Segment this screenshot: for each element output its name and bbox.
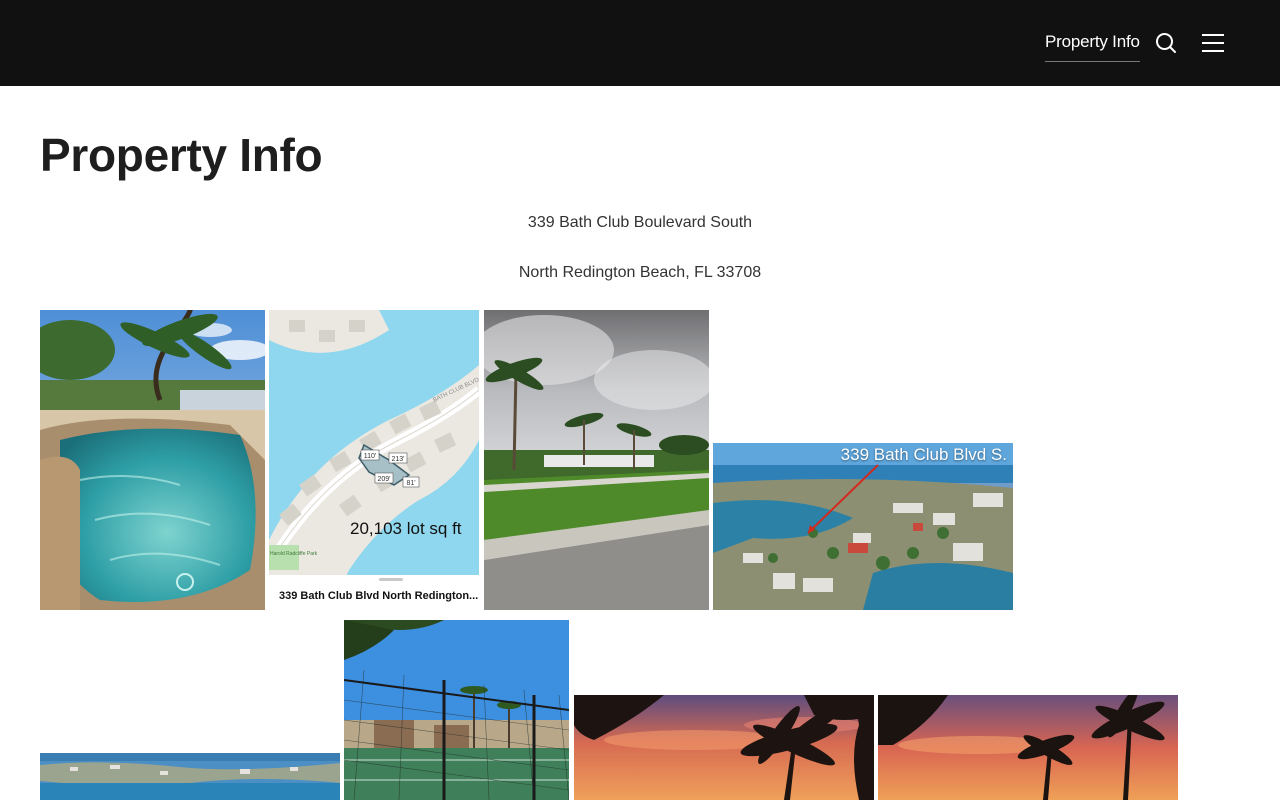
address-line-1: 339 Bath Club Boulevard South (527, 214, 753, 231)
address-line-2: North Redington Beach, FL 33708 (518, 264, 762, 281)
map-dim-4: 81' (406, 480, 415, 487)
aerial-wide-photo[interactable] (40, 753, 340, 800)
map-dim-1: 110' (364, 453, 377, 460)
street-photo[interactable] (484, 310, 709, 610)
aerial-photo[interactable]: 339 Bath Club Blvd S. (713, 443, 1013, 610)
aerial-address-label: 339 Bath Club Blvd S. (840, 445, 1007, 464)
sunset-photo-1[interactable] (574, 695, 874, 800)
pool-photo[interactable] (40, 310, 265, 610)
map-caption: 339 Bath Club Blvd North Redington... (279, 590, 479, 602)
map-dim-3: 209' (377, 476, 390, 483)
sheet-handle (379, 578, 403, 581)
map-dim-2: 213' (391, 456, 404, 463)
nav-property-info[interactable]: Property Info (1045, 32, 1140, 62)
lot-map-photo[interactable]: 110' 213' 209' 81' BATH CLUB BLVD S Haro… (269, 310, 479, 610)
lot-size-label: 20,103 lot sq ft (350, 519, 462, 538)
menu-icon[interactable] (1200, 31, 1226, 55)
tennis-court-photo[interactable] (344, 620, 569, 800)
map-park-label: Harold Radcliffe Park (270, 551, 318, 557)
sunset-photo-2[interactable] (878, 695, 1178, 800)
search-icon[interactable] (1154, 31, 1178, 55)
page-title: Property Info (40, 129, 323, 181)
site-header: Property Info (0, 0, 1280, 86)
